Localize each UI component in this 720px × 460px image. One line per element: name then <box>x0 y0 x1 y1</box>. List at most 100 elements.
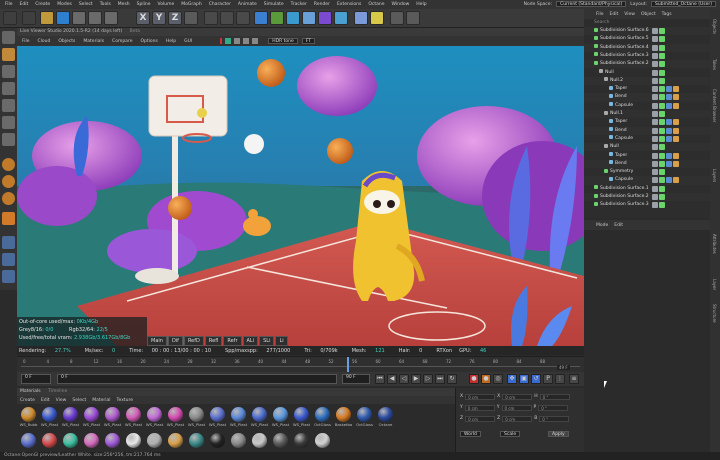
object-tag-icon[interactable] <box>659 61 665 68</box>
object-tag-icon[interactable] <box>652 94 658 101</box>
y-axis-lock-button[interactable]: Y <box>152 11 166 25</box>
timeline-tab[interactable]: Timeline <box>48 389 67 394</box>
current-frame-field[interactable]: 49 F <box>557 365 570 370</box>
object-tag-icon[interactable] <box>659 36 665 43</box>
pass-ali[interactable]: ALi <box>242 336 259 346</box>
object-tag-icon[interactable] <box>659 86 665 93</box>
subdivision-icon[interactable] <box>286 11 300 25</box>
object-row[interactable]: Subdivision Surface.3 <box>584 201 710 209</box>
model-mode-icon[interactable] <box>2 48 15 61</box>
object-row[interactable]: Subdivision Surface.2 <box>584 60 710 69</box>
object-tag-icon[interactable] <box>652 152 658 159</box>
object-tag-icon[interactable] <box>659 185 665 192</box>
material-swatch[interactable]: WS_Rubb <box>19 407 38 427</box>
tone-mode-dropdown[interactable]: HDR tone <box>268 38 298 44</box>
viewer-menu-help[interactable]: Help <box>166 39 176 44</box>
menu-render[interactable]: Render <box>314 2 330 7</box>
snap-icon[interactable] <box>406 11 420 25</box>
object-tag-icon[interactable] <box>673 177 679 184</box>
workplane-icon[interactable] <box>390 11 404 25</box>
position-key-icon[interactable]: ✥ <box>507 374 517 384</box>
material-swatch[interactable] <box>40 433 59 448</box>
object-tag-icon[interactable] <box>652 135 658 142</box>
object-tag-icon[interactable] <box>652 61 658 68</box>
viewer-menu-materials[interactable]: Materials <box>83 39 104 44</box>
rotate-icon[interactable] <box>88 11 102 25</box>
side-tab-content-browser[interactable]: Content Browser <box>712 89 717 122</box>
menu-mograph[interactable]: MoGraph <box>181 2 201 7</box>
object-row[interactable]: Subdivision Surface.5 <box>584 35 710 43</box>
material-swatch[interactable] <box>187 433 206 448</box>
object-row[interactable]: Null <box>584 143 710 152</box>
object-tag-icon[interactable] <box>666 86 672 93</box>
play-backward-icon[interactable]: ◁ <box>399 374 409 384</box>
apply-button[interactable]: Apply <box>548 431 569 437</box>
recent-tools-icon[interactable] <box>104 11 118 25</box>
menu-character[interactable]: Character <box>209 2 231 7</box>
object-tag-icon[interactable] <box>659 202 665 209</box>
octane-live-viewer-icon[interactable] <box>2 175 15 188</box>
object-row[interactable]: Subdivision Surface.1 <box>584 185 710 193</box>
object-tag-icon[interactable] <box>673 160 679 167</box>
coordinate-value-field[interactable]: 0 cm <box>501 405 532 411</box>
cloner-icon[interactable] <box>302 11 316 25</box>
material-swatch[interactable]: WS_Plast <box>61 407 80 427</box>
object-tag-icon[interactable] <box>652 185 658 192</box>
menu-tools[interactable]: Tools <box>100 2 111 7</box>
object-tag-icon[interactable] <box>666 135 672 142</box>
edges-mode-icon[interactable] <box>2 116 15 129</box>
material-swatch[interactable] <box>82 433 101 448</box>
menu-file[interactable]: File <box>5 2 13 7</box>
object-tag-icon[interactable] <box>652 144 658 151</box>
material-swatch[interactable]: WS_Plast <box>250 407 269 427</box>
material-swatch[interactable]: WS_Plast <box>229 407 248 427</box>
object-row[interactable]: Subdivision Surface.4 <box>584 43 710 52</box>
start-render-icon[interactable] <box>225 38 232 44</box>
material-swatch[interactable]: WS_Plast <box>187 407 206 427</box>
material-swatch[interactable] <box>208 433 227 448</box>
workplane-mode-icon[interactable] <box>2 82 15 95</box>
menu-edit[interactable]: Edit <box>20 2 29 7</box>
material-swatch[interactable]: WS_Plast <box>103 407 122 427</box>
menu-animate[interactable]: Animate <box>238 2 257 7</box>
coordinate-value-field[interactable]: 0 cm <box>502 394 533 400</box>
mat-menu-view[interactable]: View <box>56 398 67 403</box>
object-tag-icon[interactable] <box>659 127 665 134</box>
next-key-icon[interactable]: ▷ <box>423 374 433 384</box>
parameter-key-icon[interactable]: P <box>543 374 553 384</box>
pass-main[interactable]: Main <box>147 336 167 346</box>
material-swatch[interactable]: Basketba <box>334 407 353 427</box>
material-swatch[interactable]: OctGloss <box>313 407 332 427</box>
side-tab-attributes[interactable]: Attributes <box>712 234 717 254</box>
move-icon[interactable] <box>56 11 70 25</box>
object-row[interactable]: Capsule <box>584 102 710 110</box>
attr-menu-edit[interactable]: Edit <box>614 223 623 228</box>
coordinate-value-field[interactable]: 0 cm <box>465 394 496 400</box>
mat-menu-select[interactable]: Select <box>72 398 86 403</box>
material-swatch[interactable] <box>124 433 143 448</box>
material-swatch[interactable] <box>292 433 311 448</box>
object-row[interactable]: Taper <box>584 118 710 126</box>
mat-menu-edit[interactable]: Edit <box>41 398 50 403</box>
object-tag-icon[interactable] <box>652 36 658 43</box>
object-tag-icon[interactable] <box>673 94 679 101</box>
object-tag-icon[interactable] <box>673 152 679 159</box>
object-row[interactable]: Taper <box>584 85 710 93</box>
object-row[interactable]: Null.1 <box>584 110 710 119</box>
node-space-dropdown[interactable]: Current (Standard/Physical) <box>556 1 627 7</box>
object-tag-icon[interactable] <box>659 77 665 84</box>
object-tag-icon[interactable] <box>659 135 665 142</box>
menu-volume[interactable]: Volume <box>158 2 175 7</box>
material-swatch[interactable]: WS_Plast <box>292 407 311 427</box>
object-tag-icon[interactable] <box>652 102 658 109</box>
scale-key-icon[interactable]: ▣ <box>519 374 529 384</box>
object-tag-icon[interactable] <box>659 160 665 167</box>
snapping-icon[interactable] <box>2 253 15 266</box>
viewer-menu-objects[interactable]: Objects <box>58 39 75 44</box>
soft-selection-icon[interactable] <box>2 236 15 249</box>
object-tag-icon[interactable] <box>659 102 665 109</box>
material-swatch[interactable] <box>166 433 185 448</box>
object-tag-icon[interactable] <box>666 119 672 126</box>
viewer-menu-file[interactable]: File <box>22 39 30 44</box>
object-row[interactable]: Bend <box>584 93 710 102</box>
